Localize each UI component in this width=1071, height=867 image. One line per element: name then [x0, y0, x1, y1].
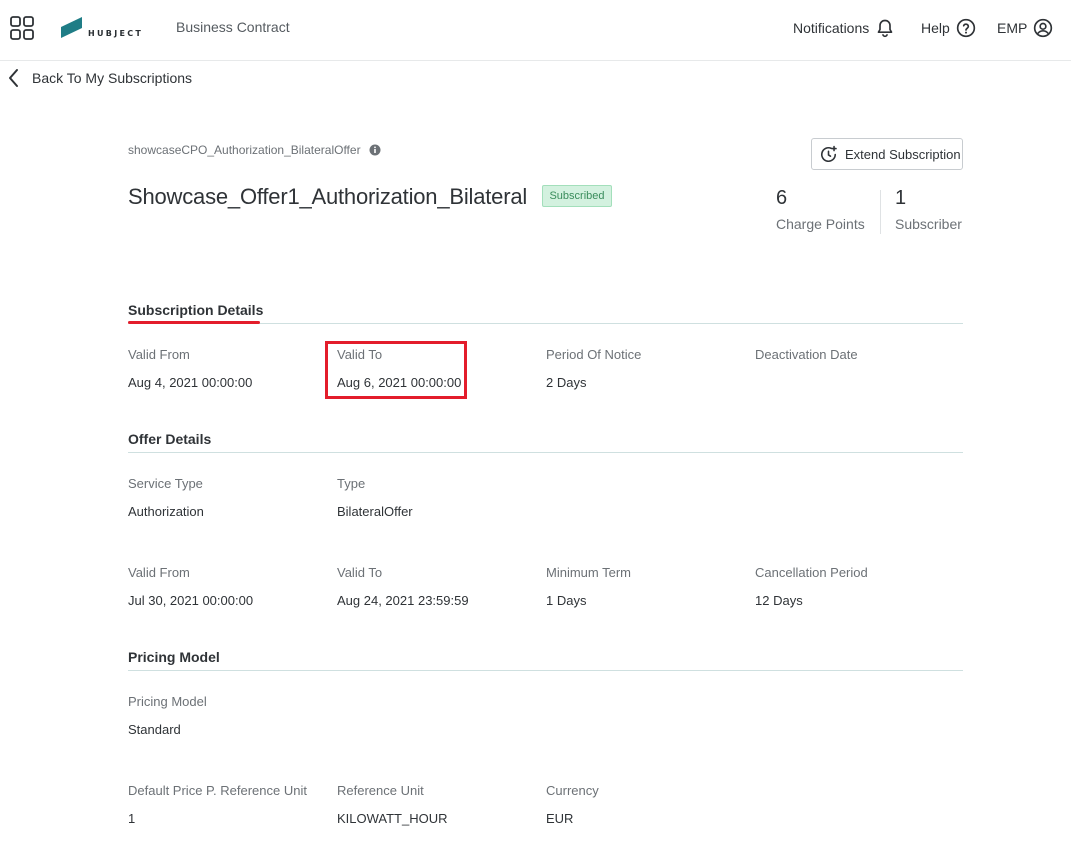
- stat-divider: [880, 190, 881, 234]
- bell-icon: [877, 19, 893, 38]
- field-label: Service Type: [128, 476, 203, 491]
- field-label: Minimum Term: [546, 565, 631, 580]
- field-value: KILOWATT_HOUR: [337, 811, 448, 826]
- charge-points-label: Charge Points: [776, 216, 865, 232]
- user-label: EMP: [997, 20, 1028, 36]
- field-label: Pricing Model: [128, 694, 207, 709]
- pricing-model-title: Pricing Model: [128, 649, 220, 665]
- status-badge: Subscribed: [542, 185, 612, 207]
- charge-points-stat: 6 Charge Points: [776, 187, 865, 232]
- timer-plus-icon: [820, 145, 837, 162]
- offer-id: showcaseCPO_Authorization_BilateralOffer: [128, 143, 381, 157]
- field-value: 12 Days: [755, 593, 803, 608]
- field-label: Valid From: [128, 347, 190, 362]
- field-value: Jul 30, 2021 00:00:00: [128, 593, 254, 608]
- field-value: 1: [128, 811, 136, 826]
- app-title[interactable]: Business Contract: [176, 19, 290, 35]
- offer-id-text: showcaseCPO_Authorization_BilateralOffer: [128, 143, 361, 157]
- subscriber-count: 1: [895, 187, 907, 209]
- help-button[interactable]: Help: [921, 16, 976, 40]
- subscription-details-title: Subscription Details: [128, 302, 264, 318]
- back-to-subscriptions-link[interactable]: Back To My Subscriptions: [8, 66, 192, 90]
- field-value: EUR: [546, 811, 574, 826]
- user-circle-icon: [1034, 18, 1053, 38]
- back-link-label: Back To My Subscriptions: [32, 70, 193, 86]
- notifications-label: Notifications: [793, 20, 870, 36]
- field-label: Deactivation Date: [755, 347, 858, 362]
- field-value: Aug 24, 2021 23:59:59: [337, 593, 469, 608]
- field-value: Standard: [128, 722, 181, 737]
- chevron-left-icon: [9, 69, 18, 87]
- section-divider: [128, 452, 963, 453]
- field-label: Valid To: [337, 565, 383, 580]
- extend-subscription-label: Extend Subscription: [845, 146, 961, 162]
- page-title: Showcase_Offer1_Authorization_Bilateral: [128, 184, 528, 209]
- field-label: Valid From: [128, 565, 190, 580]
- notifications-button[interactable]: Notifications: [793, 16, 895, 40]
- charge-points-count: 6: [776, 187, 788, 209]
- active-section-underline: [128, 321, 260, 324]
- field-value: BilateralOffer: [337, 504, 413, 519]
- section-divider: [128, 670, 963, 671]
- extend-subscription-button[interactable]: Extend Subscription: [811, 138, 963, 170]
- field-value: Aug 4, 2021 00:00:00: [128, 375, 253, 390]
- offer-details-title: Offer Details: [128, 431, 212, 447]
- highlight-box: [325, 341, 467, 399]
- subscriber-stat: 1 Subscriber: [895, 187, 962, 232]
- top-bar: HUBJECT Business Contract Notifications …: [0, 0, 1071, 61]
- subscriber-label: Subscriber: [895, 216, 962, 232]
- field-label: Default Price P. Reference Unit: [128, 783, 307, 798]
- user-menu-button[interactable]: EMP: [997, 16, 1053, 40]
- grid-icon[interactable]: [10, 16, 34, 40]
- field-label: Cancellation Period: [755, 565, 868, 580]
- logo-text: HUBJECT: [88, 29, 144, 38]
- info-icon[interactable]: [369, 144, 381, 156]
- field-value: 1 Days: [546, 593, 587, 608]
- field-value: 2 Days: [546, 375, 587, 390]
- field-label: Type: [337, 476, 366, 491]
- field-label: Period Of Notice: [546, 347, 642, 362]
- field-label: Reference Unit: [337, 783, 424, 798]
- field-value: Authorization: [128, 504, 204, 519]
- field-label: Currency: [546, 783, 599, 798]
- help-label: Help: [921, 20, 950, 36]
- question-circle-icon: [956, 18, 975, 38]
